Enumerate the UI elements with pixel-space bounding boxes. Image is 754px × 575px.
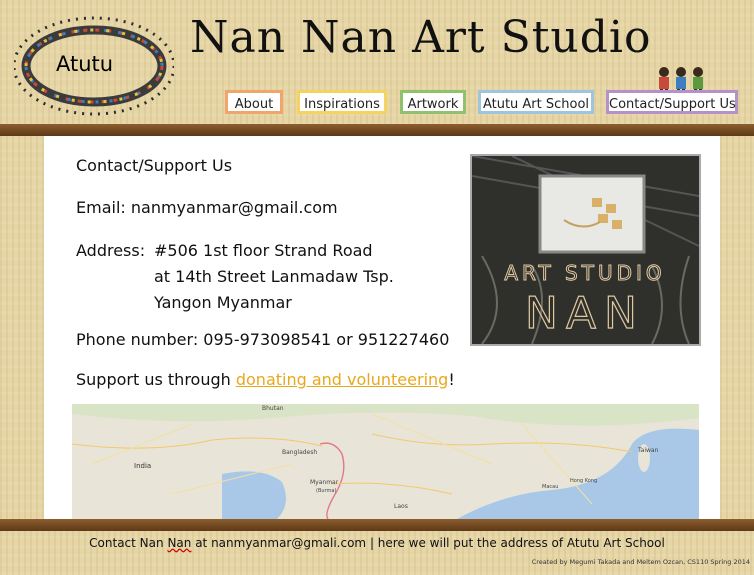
nav-artwork[interactable]: Artwork — [400, 90, 466, 114]
donate-volunteer-link[interactable]: donating and volunteering — [236, 370, 448, 389]
map-label-myanmar: Myanmar — [310, 479, 339, 486]
map-label-macau: Macau — [542, 484, 558, 490]
map-label-taiwan: Taiwan — [637, 447, 659, 454]
nav-about[interactable]: About — [225, 90, 283, 114]
email-line: Email: nanmyanmar@gmail.com — [76, 198, 338, 217]
map-label-india: India — [134, 462, 151, 470]
sign-text-top: ART STUDIO — [504, 261, 665, 285]
footer-nan: Nan — [167, 536, 192, 550]
address-line-3: Yangon Myanmar — [154, 293, 292, 312]
wood-band-bottom — [0, 519, 754, 531]
address-line-1: #506 1st floor Strand Road — [154, 241, 373, 260]
wood-band-top — [0, 124, 754, 136]
studio-sign-image: ART STUDIO NAN — [472, 156, 699, 344]
support-line: Support us through donating and voluntee… — [76, 370, 455, 389]
logo-label: Atutu — [56, 52, 114, 76]
footer-suffix: at nanmyanmar@gmali.com | here we will p… — [191, 536, 665, 550]
map-label-bhutan: Bhutan — [262, 405, 284, 412]
phone-line: Phone number: 095-973098541 or 951227460 — [76, 330, 450, 349]
site-title: Nan Nan Art Studio — [190, 12, 652, 63]
sign-text-bottom: NAN — [525, 288, 645, 339]
location-map[interactable]: Bhutan Bangladesh India Myanmar (Burma) … — [72, 404, 699, 519]
nav-atutu-art-school[interactable]: Atutu Art School — [478, 90, 594, 114]
nav-contact-support[interactable]: Contact/Support Us — [606, 90, 738, 114]
footer-prefix: Contact Nan — [89, 536, 168, 550]
support-suffix: ! — [448, 370, 455, 389]
address-block: Address: #506 1st floor Strand Road at 1… — [76, 238, 394, 316]
map-label-bangladesh: Bangladesh — [282, 449, 317, 456]
nav-inspirations[interactable]: Inspirations — [297, 90, 387, 114]
support-prefix: Support us through — [76, 370, 236, 389]
map-label-hong-kong: Hong Kong — [570, 478, 597, 484]
address-label: Address: — [76, 241, 146, 260]
page-heading: Contact/Support Us — [76, 156, 233, 175]
studio-photo: ART STUDIO NAN — [470, 154, 701, 346]
map-label-burma: (Burma) — [316, 488, 336, 494]
address-line-2: at 14th Street Lanmadaw Tsp. — [154, 267, 394, 286]
footer-contact: Contact Nan Nan at nanmyanmar@gmali.com … — [0, 536, 754, 550]
map-label-laos: Laos — [394, 503, 408, 510]
map-graphic: Bhutan Bangladesh India Myanmar (Burma) … — [72, 404, 699, 519]
footer-credit: Created by Megumi Takada and Meltem Ozca… — [531, 558, 750, 566]
